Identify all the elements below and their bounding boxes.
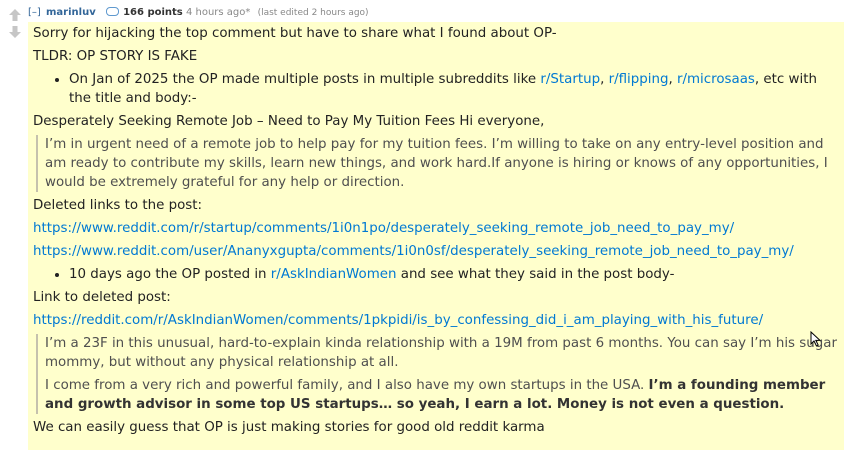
subreddit-link-flipping[interactable]: r/flipping (609, 72, 669, 87)
comment-tagline: [–] marinluv 166 points 4 hours ago* (la… (28, 6, 369, 20)
comment-paragraph: https://reddit.com/r/AskIndianWomen/comm… (33, 311, 838, 330)
comment-paragraph: TLDR: OP STORY IS FAKE (33, 49, 198, 64)
comment-paragraph: Link to deleted post: (33, 290, 171, 305)
comment-body: Sorry for hijacking the top comment but … (28, 22, 844, 450)
comment-paragraph: Desperately Seeking Remote Job – Need to… (33, 114, 545, 129)
list-item: On Jan of 2025 the OP made multiple post… (69, 70, 838, 108)
quote-text: I come from a very rich and powerful fam… (45, 378, 649, 393)
comment-paragraph: Sorry for hijacking the top comment but … (33, 26, 557, 41)
bullet-list: On Jan of 2025 the OP made multiple post… (33, 70, 838, 108)
arrow-up-icon[interactable] (8, 8, 22, 22)
quote-paragraph: I’m a 23F in this unusual, hard-to-expla… (45, 336, 837, 370)
bullet-list: 10 days ago the OP posted in r/AskIndian… (33, 265, 838, 284)
subreddit-link-startup[interactable]: r/Startup (540, 72, 600, 87)
comment-paragraph: https://www.reddit.com/r/startup/comment… (33, 219, 838, 238)
score: 166 points (123, 7, 183, 18)
comment-bubble-icon (105, 7, 119, 16)
blockquote: I’m a 23F in this unusual, hard-to-expla… (36, 334, 838, 414)
timestamp: 4 hours ago* (185, 7, 251, 18)
collapse-button[interactable]: [–] (28, 7, 41, 18)
list-item-text: 10 days ago the OP posted in (69, 267, 271, 282)
subreddit-link-askindianwomen[interactable]: r/AskIndianWomen (271, 267, 397, 282)
subreddit-link-microsaas[interactable]: r/microsaas (677, 72, 755, 87)
deleted-post-link[interactable]: https://www.reddit.com/user/Ananyxgupta/… (33, 244, 794, 259)
list-item-text: , (668, 72, 677, 87)
quote-paragraph: I come from a very rich and powerful fam… (45, 376, 838, 414)
comment-paragraph: We can easily guess that OP is just maki… (33, 420, 545, 435)
list-item-text: , (600, 72, 609, 87)
comment-paragraph: Deleted links to the post: (33, 198, 203, 213)
blockquote: I’m in urgent need of a remote job to he… (36, 135, 838, 192)
list-item: 10 days ago the OP posted in r/AskIndian… (69, 265, 838, 284)
list-item-text: On Jan of 2025 the OP made multiple post… (69, 72, 541, 87)
author-link[interactable]: marinluv (46, 7, 96, 18)
deleted-post-link[interactable]: https://www.reddit.com/r/startup/comment… (33, 221, 734, 236)
comment-paragraph: https://www.reddit.com/user/Ananyxgupta/… (33, 242, 838, 261)
mouse-pointer-icon (810, 330, 822, 351)
list-item-text: and see what they said in the post body- (396, 267, 675, 282)
quote-paragraph: I’m in urgent need of a remote job to he… (45, 137, 828, 190)
edited-note: (last edited 2 hours ago) (257, 8, 369, 18)
deleted-post-link[interactable]: https://reddit.com/r/AskIndianWomen/comm… (33, 313, 763, 328)
vote-column (8, 8, 22, 39)
arrow-down-icon[interactable] (8, 25, 22, 39)
